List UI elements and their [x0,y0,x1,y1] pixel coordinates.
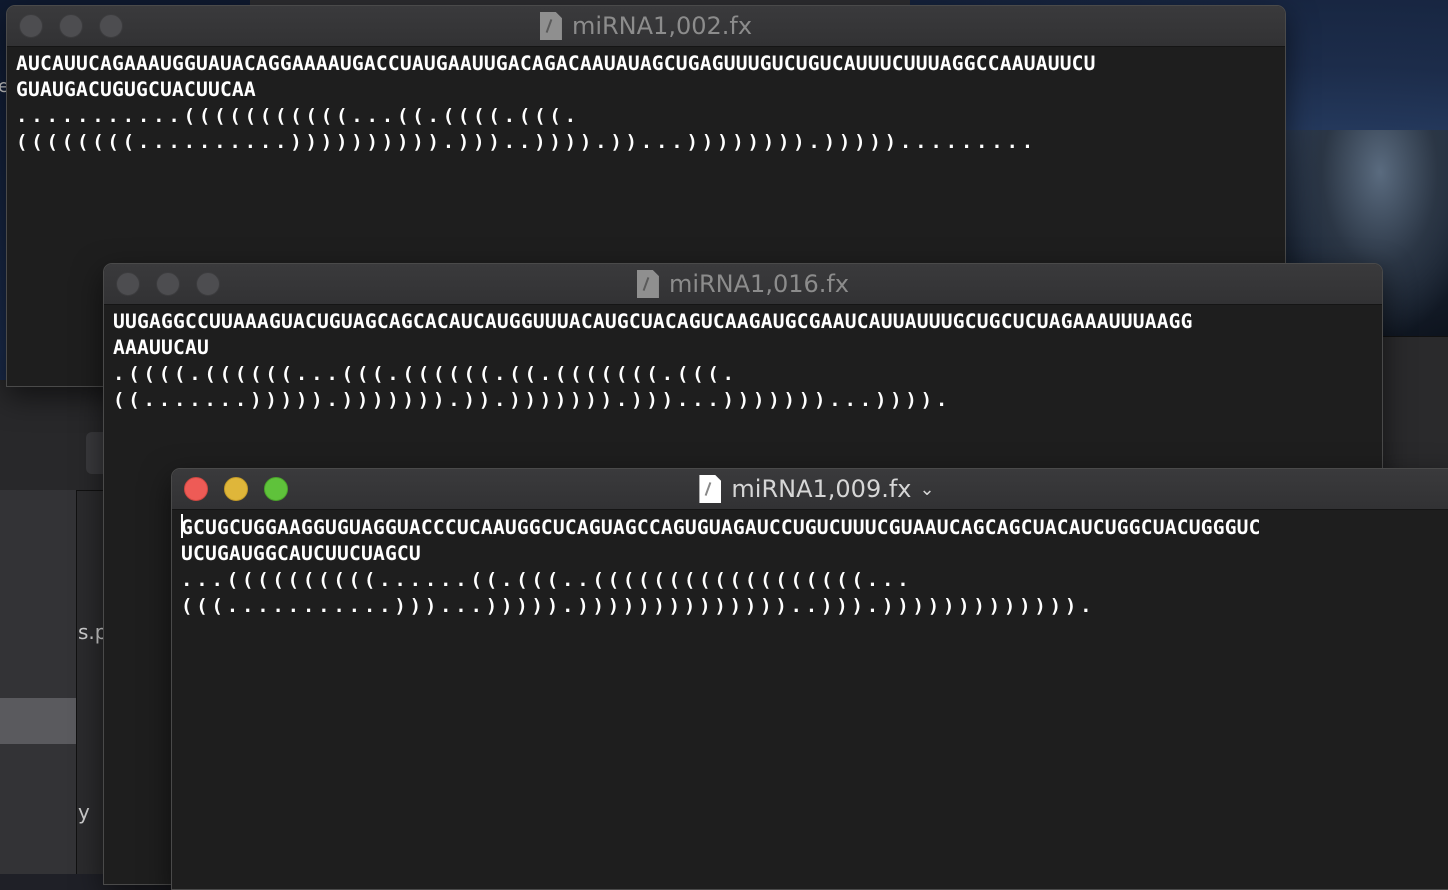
window-title: miRNA1,002.fx [571,12,753,40]
rna-sequence-text: GCUGCUGGAAGGUGUAGGUACCCUCAAUGGCUCAGUAGCC… [181,516,1261,539]
rna-sequence-line: GCUGCUGGAAGGUGUAGGUACCCUCAAUGGCUCAGUAGCC… [181,514,1448,541]
secondary-structure-line: ...((((((((((......((.(((..(((((((((((((… [181,569,913,591]
document-icon [699,475,722,503]
background-app-toolbar [1380,336,1448,477]
window-titlebar[interactable]: miRNA1,016.fx [104,264,1382,305]
window-titlebar[interactable]: miRNA1,002.fx [7,6,1285,47]
secondary-structure-line: (((...........)))...))))).))))))))))))))… [181,595,1096,617]
text-area[interactable]: UUGAGGCCUUAAAGUACUGUAGCAGCACAUCAUGGUUUAC… [104,305,1382,413]
secondary-structure-line: .((((.((((((...(((.((((((.((.(((((((.(((… [113,363,738,385]
editor-window-miRNA1-009[interactable]: miRNA1,009.fx ⌄ GCUGCUGGAAGGUGUAGGUACCCU… [171,468,1448,890]
window-title[interactable]: miRNA1,009.fx [731,475,911,503]
rna-sequence-line: AUCAUUCAGAAAUGGUAUACAGGAAAAUGACCUAUGAAUU… [16,52,1096,75]
secondary-structure-line: ((((((((..........)))))))))).)))..)))).)… [16,131,1038,153]
document-icon [636,270,659,298]
chevron-down-icon[interactable]: ⌄ [920,479,935,500]
text-area[interactable]: GCUGCUGGAAGGUGUAGGUACCCUCAAUGGCUCAGUAGCC… [172,510,1448,619]
background-text-fragment: y [78,800,90,824]
text-area[interactable]: AUCAUUCAGAAAUGGUAUACAGGAAAAUGACCUAUGAAUU… [7,47,1285,155]
rna-sequence-line: UUGAGGCCUUAAAGUACUGUAGCAGCACAUCAUGGUUUAC… [113,310,1193,333]
rna-sequence-line: GUAUGACUGUGCUACUUCAA [16,78,256,101]
background-sidebar [0,490,77,874]
background-sidebar-selected-item[interactable] [0,698,76,744]
document-icon [539,12,562,40]
rna-sequence-line: UCUGAUGGCAUCUUCUAGCU [181,542,421,565]
rna-sequence-line: AAAUUCAU [113,336,209,359]
window-titlebar[interactable]: miRNA1,009.fx ⌄ [172,469,1448,510]
secondary-structure-line: ((.......))))).))))))).)).))))))).)))...… [113,389,952,411]
secondary-structure-line: ...........(((((((((((...((.((((.(((. [16,105,580,127]
window-title: miRNA1,016.fx [668,270,850,298]
